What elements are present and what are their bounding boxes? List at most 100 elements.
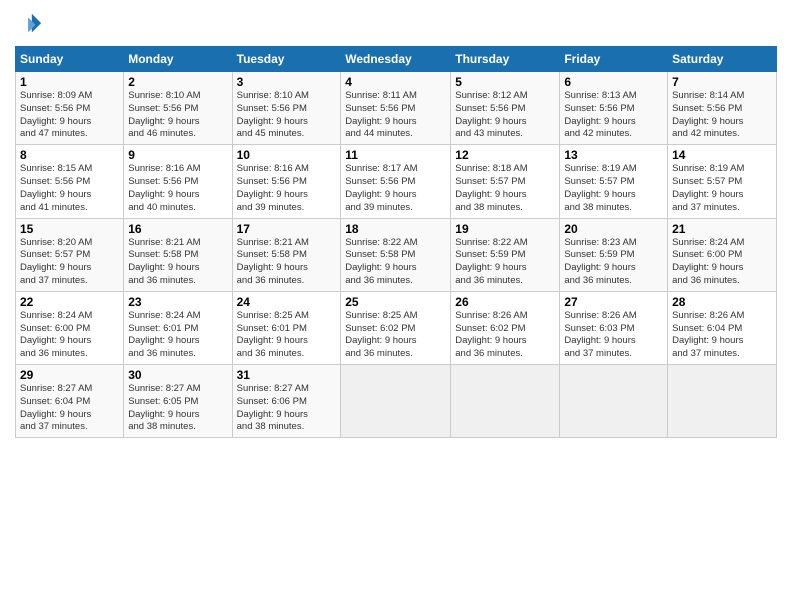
col-header-saturday: Saturday: [668, 47, 777, 72]
calendar-cell: 27Sunrise: 8:26 AMSunset: 6:03 PMDayligh…: [560, 291, 668, 364]
calendar-cell: 11Sunrise: 8:17 AMSunset: 5:56 PMDayligh…: [341, 145, 451, 218]
day-number: 31: [237, 368, 337, 382]
day-number: 28: [672, 295, 772, 309]
day-info: Sunrise: 8:09 AMSunset: 5:56 PMDaylight:…: [20, 90, 119, 141]
day-number: 24: [237, 295, 337, 309]
col-header-sunday: Sunday: [16, 47, 124, 72]
calendar-cell: 24Sunrise: 8:25 AMSunset: 6:01 PMDayligh…: [232, 291, 341, 364]
day-number: 4: [345, 75, 446, 89]
day-number: 23: [128, 295, 227, 309]
day-info: Sunrise: 8:23 AMSunset: 5:59 PMDaylight:…: [564, 237, 663, 288]
col-header-wednesday: Wednesday: [341, 47, 451, 72]
calendar-cell: 12Sunrise: 8:18 AMSunset: 5:57 PMDayligh…: [451, 145, 560, 218]
day-number: 10: [237, 148, 337, 162]
day-info: Sunrise: 8:27 AMSunset: 6:04 PMDaylight:…: [20, 383, 119, 434]
day-info: Sunrise: 8:20 AMSunset: 5:57 PMDaylight:…: [20, 237, 119, 288]
calendar-cell: 31Sunrise: 8:27 AMSunset: 6:06 PMDayligh…: [232, 365, 341, 438]
day-number: 30: [128, 368, 227, 382]
day-info: Sunrise: 8:21 AMSunset: 5:58 PMDaylight:…: [237, 237, 337, 288]
week-row-5: 29Sunrise: 8:27 AMSunset: 6:04 PMDayligh…: [16, 365, 777, 438]
calendar-cell: [560, 365, 668, 438]
day-info: Sunrise: 8:14 AMSunset: 5:56 PMDaylight:…: [672, 90, 772, 141]
calendar-cell: 17Sunrise: 8:21 AMSunset: 5:58 PMDayligh…: [232, 218, 341, 291]
logo: [15, 10, 47, 38]
day-info: Sunrise: 8:27 AMSunset: 6:06 PMDaylight:…: [237, 383, 337, 434]
day-info: Sunrise: 8:26 AMSunset: 6:04 PMDaylight:…: [672, 310, 772, 361]
day-number: 22: [20, 295, 119, 309]
calendar-cell: 9Sunrise: 8:16 AMSunset: 5:56 PMDaylight…: [124, 145, 232, 218]
calendar-cell: 15Sunrise: 8:20 AMSunset: 5:57 PMDayligh…: [16, 218, 124, 291]
day-number: 11: [345, 148, 446, 162]
day-info: Sunrise: 8:10 AMSunset: 5:56 PMDaylight:…: [128, 90, 227, 141]
day-number: 12: [455, 148, 555, 162]
calendar-cell: 28Sunrise: 8:26 AMSunset: 6:04 PMDayligh…: [668, 291, 777, 364]
day-number: 29: [20, 368, 119, 382]
day-info: Sunrise: 8:18 AMSunset: 5:57 PMDaylight:…: [455, 163, 555, 214]
calendar-table: SundayMondayTuesdayWednesdayThursdayFrid…: [15, 46, 777, 438]
calendar-cell: 25Sunrise: 8:25 AMSunset: 6:02 PMDayligh…: [341, 291, 451, 364]
day-info: Sunrise: 8:10 AMSunset: 5:56 PMDaylight:…: [237, 90, 337, 141]
day-info: Sunrise: 8:26 AMSunset: 6:02 PMDaylight:…: [455, 310, 555, 361]
calendar-cell: 22Sunrise: 8:24 AMSunset: 6:00 PMDayligh…: [16, 291, 124, 364]
calendar-cell: [451, 365, 560, 438]
day-number: 2: [128, 75, 227, 89]
calendar-cell: 23Sunrise: 8:24 AMSunset: 6:01 PMDayligh…: [124, 291, 232, 364]
calendar-cell: 6Sunrise: 8:13 AMSunset: 5:56 PMDaylight…: [560, 72, 668, 145]
day-info: Sunrise: 8:25 AMSunset: 6:02 PMDaylight:…: [345, 310, 446, 361]
calendar-cell: 29Sunrise: 8:27 AMSunset: 6:04 PMDayligh…: [16, 365, 124, 438]
day-number: 15: [20, 222, 119, 236]
col-header-thursday: Thursday: [451, 47, 560, 72]
day-number: 21: [672, 222, 772, 236]
calendar-cell: 5Sunrise: 8:12 AMSunset: 5:56 PMDaylight…: [451, 72, 560, 145]
day-info: Sunrise: 8:16 AMSunset: 5:56 PMDaylight:…: [128, 163, 227, 214]
calendar-cell: 13Sunrise: 8:19 AMSunset: 5:57 PMDayligh…: [560, 145, 668, 218]
day-number: 6: [564, 75, 663, 89]
day-info: Sunrise: 8:25 AMSunset: 6:01 PMDaylight:…: [237, 310, 337, 361]
day-number: 26: [455, 295, 555, 309]
col-header-friday: Friday: [560, 47, 668, 72]
day-number: 1: [20, 75, 119, 89]
day-number: 19: [455, 222, 555, 236]
week-row-1: 1Sunrise: 8:09 AMSunset: 5:56 PMDaylight…: [16, 72, 777, 145]
day-info: Sunrise: 8:15 AMSunset: 5:56 PMDaylight:…: [20, 163, 119, 214]
day-info: Sunrise: 8:22 AMSunset: 5:59 PMDaylight:…: [455, 237, 555, 288]
day-info: Sunrise: 8:27 AMSunset: 6:05 PMDaylight:…: [128, 383, 227, 434]
day-number: 18: [345, 222, 446, 236]
day-info: Sunrise: 8:19 AMSunset: 5:57 PMDaylight:…: [564, 163, 663, 214]
calendar-cell: [668, 365, 777, 438]
day-number: 14: [672, 148, 772, 162]
calendar-cell: 8Sunrise: 8:15 AMSunset: 5:56 PMDaylight…: [16, 145, 124, 218]
calendar-cell: 19Sunrise: 8:22 AMSunset: 5:59 PMDayligh…: [451, 218, 560, 291]
day-info: Sunrise: 8:11 AMSunset: 5:56 PMDaylight:…: [345, 90, 446, 141]
day-info: Sunrise: 8:17 AMSunset: 5:56 PMDaylight:…: [345, 163, 446, 214]
header: [15, 10, 777, 38]
calendar-cell: 4Sunrise: 8:11 AMSunset: 5:56 PMDaylight…: [341, 72, 451, 145]
day-number: 25: [345, 295, 446, 309]
day-number: 8: [20, 148, 119, 162]
calendar-cell: 10Sunrise: 8:16 AMSunset: 5:56 PMDayligh…: [232, 145, 341, 218]
logo-icon: [15, 10, 43, 38]
col-header-tuesday: Tuesday: [232, 47, 341, 72]
day-info: Sunrise: 8:22 AMSunset: 5:58 PMDaylight:…: [345, 237, 446, 288]
day-info: Sunrise: 8:21 AMSunset: 5:58 PMDaylight:…: [128, 237, 227, 288]
day-number: 5: [455, 75, 555, 89]
day-number: 7: [672, 75, 772, 89]
calendar-cell: [341, 365, 451, 438]
calendar-cell: 14Sunrise: 8:19 AMSunset: 5:57 PMDayligh…: [668, 145, 777, 218]
calendar-cell: 21Sunrise: 8:24 AMSunset: 6:00 PMDayligh…: [668, 218, 777, 291]
day-number: 13: [564, 148, 663, 162]
week-row-3: 15Sunrise: 8:20 AMSunset: 5:57 PMDayligh…: [16, 218, 777, 291]
calendar-cell: 1Sunrise: 8:09 AMSunset: 5:56 PMDaylight…: [16, 72, 124, 145]
day-info: Sunrise: 8:16 AMSunset: 5:56 PMDaylight:…: [237, 163, 337, 214]
calendar-cell: 20Sunrise: 8:23 AMSunset: 5:59 PMDayligh…: [560, 218, 668, 291]
day-info: Sunrise: 8:24 AMSunset: 6:00 PMDaylight:…: [20, 310, 119, 361]
day-number: 17: [237, 222, 337, 236]
day-number: 9: [128, 148, 227, 162]
day-number: 16: [128, 222, 227, 236]
day-number: 3: [237, 75, 337, 89]
day-number: 20: [564, 222, 663, 236]
day-info: Sunrise: 8:13 AMSunset: 5:56 PMDaylight:…: [564, 90, 663, 141]
week-row-2: 8Sunrise: 8:15 AMSunset: 5:56 PMDaylight…: [16, 145, 777, 218]
page: SundayMondayTuesdayWednesdayThursdayFrid…: [0, 0, 792, 612]
day-info: Sunrise: 8:19 AMSunset: 5:57 PMDaylight:…: [672, 163, 772, 214]
